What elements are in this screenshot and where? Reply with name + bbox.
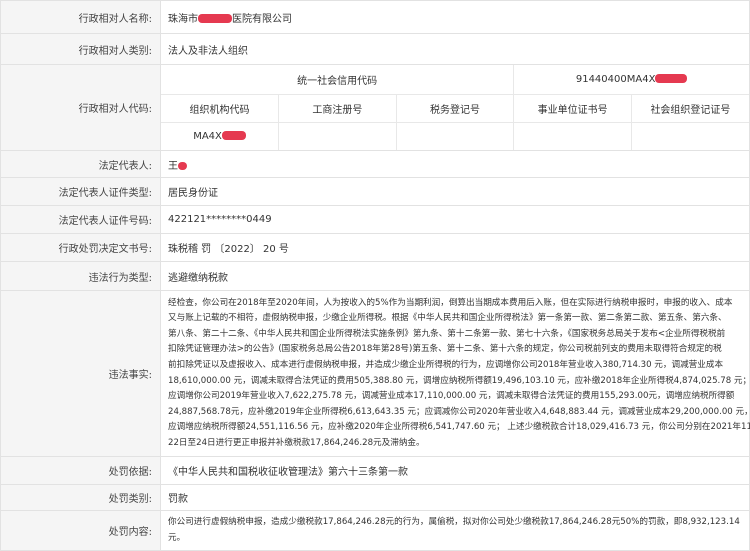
content-line: 你公司进行虚假纳税申报，造成少缴税款17,864,246.28元的行为，属偷税，… — [168, 517, 740, 527]
facts-line: 应调增应纳税所得额24,551,116.56 元，应补缴2020年企业所得税6,… — [168, 422, 750, 433]
label-violation-facts: 违法事实: — [0, 290, 161, 457]
org-code-value: MA4X — [161, 122, 280, 150]
label-id-type: 法定代表人证件类型: — [0, 177, 161, 206]
facts-line: 又与账上记载的不相符，虚假纳税申报，少缴企业所得税。根据《中华人民共和国企业所得… — [168, 313, 727, 324]
redaction-mark — [655, 74, 688, 84]
label-legal-rep: 法定代表人: — [0, 150, 161, 178]
facts-line: 应调增你公司2019年营业收入7,622,275.78 元，调减营业成本17,1… — [168, 391, 735, 402]
facts-line: 18,610,000.00 元，调减未取得合法凭证的费用505,388.80 元… — [168, 375, 750, 386]
value-penalty-basis: 《中华人民共和国税收征收管理法》第六十三条第一款 — [160, 456, 750, 485]
usci-label: 统一社会信用代码 — [161, 65, 515, 95]
label-doc-number: 行政处罚决定文书号: — [0, 233, 161, 262]
label-penalty-basis: 处罚依据: — [0, 456, 161, 485]
header-public-institution: 事业单位证书号 — [513, 94, 632, 123]
facts-line: 经检查，你公司在2018年至2020年间，人为按收入的5%作为当期利润，倒算出当… — [168, 297, 733, 308]
value-id-number: 422121********0449 — [160, 205, 750, 234]
facts-paragraph: 经检查，你公司在2018年至2020年间，人为按收入的5%作为当期利润，倒算出当… — [161, 292, 750, 456]
value-penalty-type: 罚款 — [160, 484, 750, 511]
value-violation-type: 逃避缴纳税款 — [160, 261, 750, 291]
value-id-type: 居民身份证 — [160, 177, 750, 206]
label-party-name: 行政相对人名称: — [0, 0, 161, 34]
value-penalty-content: 你公司进行虚假纳税申报，造成少缴税款17,864,246.28元的行为，属偷税，… — [160, 509, 750, 551]
content-paragraph: 你公司进行虚假纳税申报，造成少缴税款17,864,246.28元的行为，属偷税，… — [161, 511, 749, 550]
header-org-code: 组织机构代码 — [161, 94, 280, 123]
value-violation-facts: 经检查，你公司在2018年至2020年间，人为按收入的5%作为当期利润，倒算出当… — [160, 290, 750, 457]
label-party-category: 行政相对人类别: — [0, 33, 161, 65]
header-social-org: 社会组织登记证号 — [631, 94, 749, 123]
value-party-name: 珠海市 医院有限公司 — [160, 0, 750, 34]
penalty-record-table: 行政相对人名称: 珠海市 医院有限公司 行政相对人类别: 法人及非法人组织 行政相… — [0, 0, 750, 551]
party-name-suffix: 医院有限公司 — [232, 13, 292, 25]
business-reg-value — [278, 122, 397, 150]
party-name-prefix: 珠海市 — [168, 13, 198, 25]
label-party-code: 行政相对人代码: — [0, 64, 161, 151]
facts-line: 22日至24日进行更正申报并补缴税款17,864,246.28元及滞纳金。 — [168, 437, 425, 448]
public-institution-value — [513, 122, 632, 150]
value-doc-number: 珠税稽 罚 〔2022〕 20 号 — [160, 233, 750, 262]
usci-value: 91440400MA4X — [513, 65, 749, 95]
party-code-grid: 统一社会信用代码 91440400MA4X 组织机构代码 工商注册号 税务登记号… — [160, 64, 750, 151]
label-penalty-content: 处罚内容: — [0, 509, 161, 551]
social-org-value — [631, 122, 749, 150]
label-violation-type: 违法行为类型: — [0, 261, 161, 291]
facts-line: 前扣除凭证以及虚报收入、成本进行虚假纳税申报，并造成少缴企业所得税的行为，应调增… — [168, 359, 724, 370]
header-business-reg: 工商注册号 — [278, 94, 397, 123]
redaction-mark — [198, 14, 232, 23]
redaction-mark — [221, 131, 246, 141]
value-party-category: 法人及非法人组织 — [160, 33, 750, 65]
facts-line: 第八条、第二十二条、《中华人民共和国企业所得税法实施条例》第九条、第十二条第一款… — [168, 328, 726, 339]
redaction-mark — [178, 161, 187, 170]
value-legal-rep: 王 — [160, 150, 750, 178]
label-id-number: 法定代表人证件号码: — [0, 205, 161, 234]
content-line: 元。 — [168, 532, 186, 543]
tax-reg-value — [396, 122, 515, 150]
label-penalty-type: 处罚类别: — [0, 484, 161, 511]
header-tax-reg: 税务登记号 — [396, 94, 515, 123]
facts-line: 扣除凭证管理办法>的公告》(国家税务总局公告2018年第28号)第五条、第十二条… — [168, 344, 722, 355]
facts-line: 24,887,568.78元，应补缴2019年企业所得税6,613,643.35… — [168, 406, 750, 417]
code-subtable: 统一社会信用代码 91440400MA4X 组织机构代码 工商注册号 税务登记号… — [161, 65, 749, 150]
